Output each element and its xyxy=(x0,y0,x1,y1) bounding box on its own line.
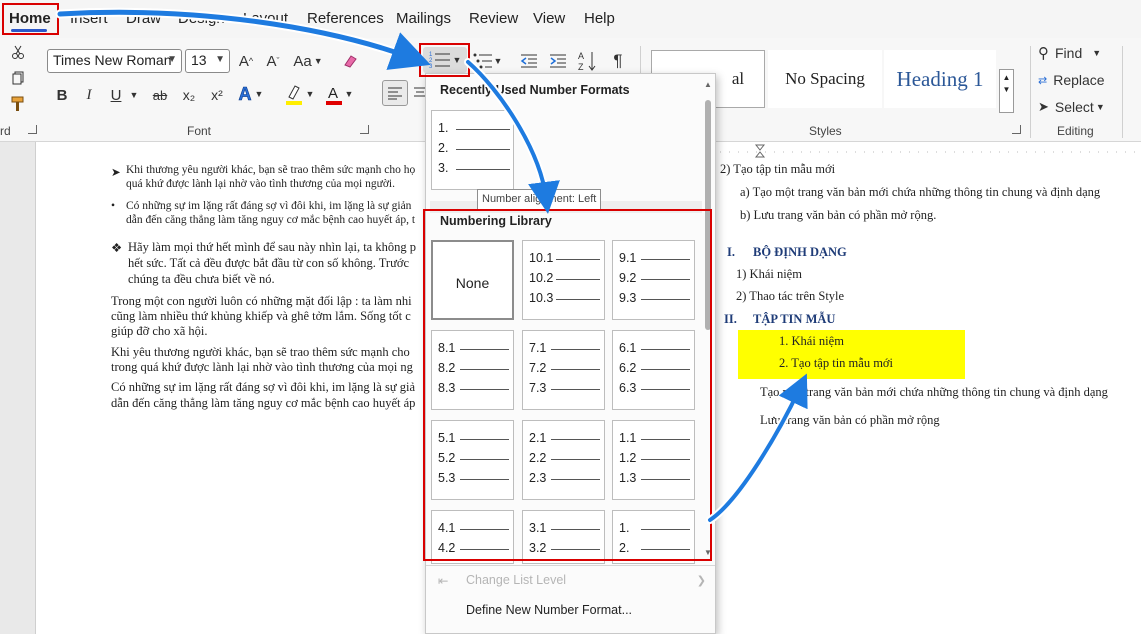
arrow-numbering-to-library xyxy=(466,60,560,214)
annotation-arrows xyxy=(55,7,808,524)
arrow-home-to-numbering xyxy=(57,9,431,70)
